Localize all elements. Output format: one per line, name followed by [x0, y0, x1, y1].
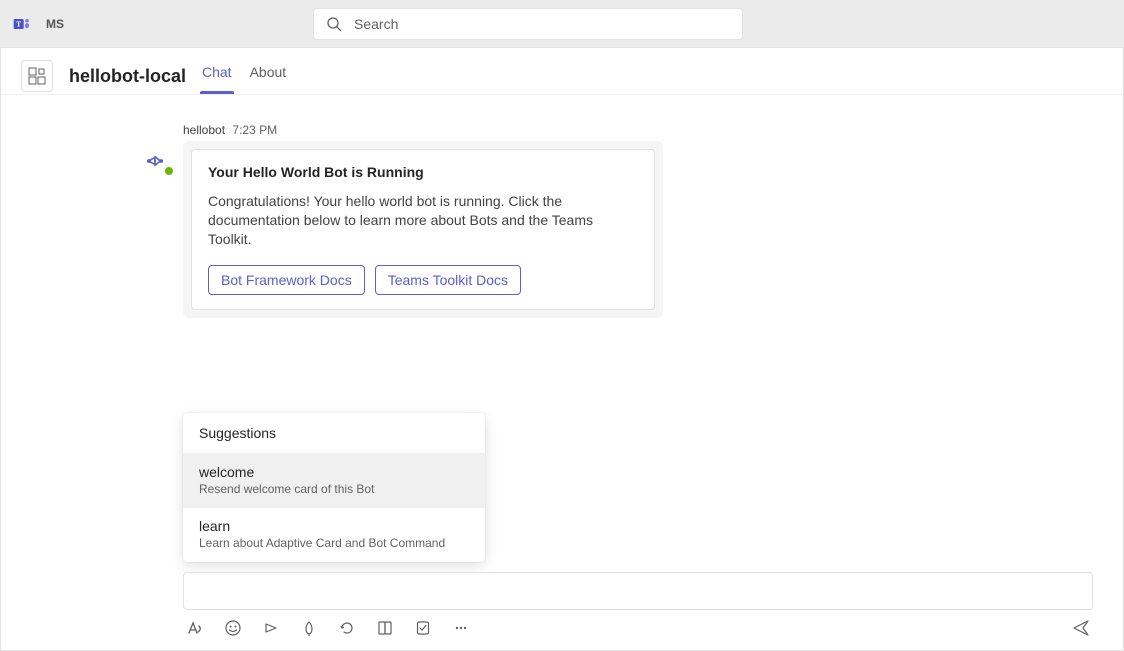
- gif-icon[interactable]: [261, 618, 281, 638]
- search-input[interactable]: [354, 16, 730, 32]
- more-icon[interactable]: [451, 618, 471, 638]
- suggestion-command: welcome: [199, 464, 469, 480]
- bot-avatar: [141, 147, 173, 179]
- sticker-icon[interactable]: [299, 618, 319, 638]
- card-title: Your Hello World Bot is Running: [208, 164, 638, 180]
- loop-icon[interactable]: [337, 618, 357, 638]
- message-time: 7:23 PM: [232, 123, 277, 137]
- teams-logo-icon: T: [12, 14, 32, 34]
- sender-name: hellobot: [183, 123, 225, 137]
- svg-text:T: T: [16, 19, 21, 28]
- suggestion-command: learn: [199, 518, 469, 534]
- app-icon: [21, 60, 53, 92]
- suggestions-popup: Suggestions welcome Resend welcome card …: [183, 413, 485, 562]
- message-bubble: Your Hello World Bot is Running Congratu…: [183, 141, 663, 318]
- suggestion-description: Learn about Adaptive Card and Bot Comman…: [199, 536, 469, 550]
- send-button[interactable]: [1071, 618, 1091, 638]
- app-title: hellobot-local: [69, 66, 186, 87]
- tabs: Chat About: [202, 58, 286, 94]
- attach-icon[interactable]: [375, 618, 395, 638]
- search-icon: [326, 16, 342, 32]
- search-box[interactable]: [313, 8, 743, 40]
- compose-toolbar: [183, 610, 1093, 638]
- user-initials: MS: [46, 17, 64, 31]
- suggestion-item-learn[interactable]: learn Learn about Adaptive Card and Bot …: [183, 508, 485, 562]
- app-header: hellobot-local Chat About: [1, 48, 1123, 95]
- suggestion-item-welcome[interactable]: welcome Resend welcome card of this Bot: [183, 454, 485, 508]
- suggestion-description: Resend welcome card of this Bot: [199, 482, 469, 496]
- tab-about[interactable]: About: [250, 64, 287, 94]
- chat-area: hellobot 7:23 PM Your Hello World Bot is…: [1, 95, 1123, 650]
- tab-chat[interactable]: Chat: [202, 64, 232, 94]
- message-row: hellobot 7:23 PM Your Hello World Bot is…: [141, 123, 1123, 318]
- approvals-icon[interactable]: [413, 618, 433, 638]
- suggestions-header: Suggestions: [183, 413, 485, 454]
- adaptive-card: Your Hello World Bot is Running Congratu…: [191, 149, 655, 310]
- titlebar: T MS: [0, 0, 1124, 48]
- format-icon[interactable]: [185, 618, 205, 638]
- card-action-teams-toolkit-docs[interactable]: Teams Toolkit Docs: [375, 265, 521, 295]
- emoji-icon[interactable]: [223, 618, 243, 638]
- message-meta: hellobot 7:23 PM: [183, 123, 663, 137]
- card-text: Congratulations! Your hello world bot is…: [208, 192, 638, 249]
- card-action-bot-framework-docs[interactable]: Bot Framework Docs: [208, 265, 365, 295]
- presence-available-icon: [163, 165, 175, 177]
- compose-box[interactable]: [183, 572, 1093, 610]
